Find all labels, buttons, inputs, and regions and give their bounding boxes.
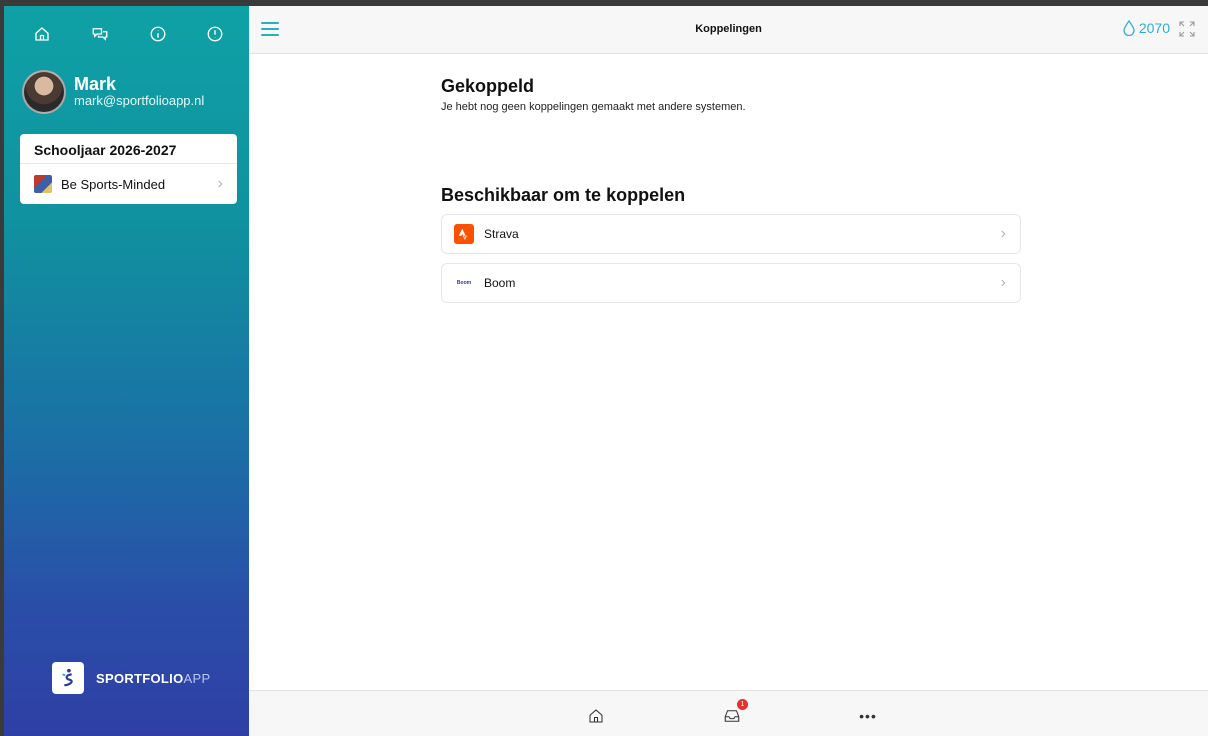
linked-title: Gekoppeld (441, 76, 535, 96)
notification-badge: 1 (737, 699, 748, 710)
logo-text-light: APP (183, 670, 211, 686)
chevron-right-icon: › (217, 175, 223, 192)
more-icon: ••• (859, 708, 877, 724)
connection-label: Boom (484, 276, 516, 290)
strava-icon (454, 224, 474, 244)
tab-home[interactable] (585, 705, 607, 727)
info-icon[interactable] (146, 22, 170, 46)
available-title: Beschikbaar om te koppelen (441, 185, 686, 205)
inbox-icon (724, 710, 740, 722)
tab-more[interactable]: ••• (857, 705, 879, 727)
connection-list: Strava › Boom Boom › (441, 214, 1021, 303)
sidebar: Mark mark@sportfolioapp.nl Schooljaar 20… (4, 6, 249, 736)
alert-icon[interactable] (203, 22, 227, 46)
logo-text: SPORTFOLIOAPP (96, 671, 210, 686)
connection-boom[interactable]: Boom Boom › (441, 263, 1021, 303)
linked-empty-text: Je hebt nog geen koppelingen gemaakt met… (441, 101, 746, 113)
course-thumbnail-icon (34, 175, 52, 193)
profile-text: Mark mark@sportfolioapp.nl (74, 75, 204, 109)
logo-text-bold: SPORTFOLIO (96, 670, 184, 686)
school-year-title: Schooljaar 2026-2027 (20, 134, 237, 164)
points-value: 2070 (1138, 20, 1170, 36)
drop-icon (1123, 20, 1135, 36)
main-content: Gekoppeld Je hebt nog geen koppelingen g… (441, 76, 1021, 312)
boom-icon: Boom (454, 273, 474, 293)
chevron-right-icon: › (1000, 274, 1006, 291)
app-logo: SPORTFOLIOAPP (52, 662, 210, 694)
sidebar-top-icons (4, 22, 249, 46)
tab-inbox[interactable]: 1 (721, 699, 748, 727)
page-title: Koppelingen (695, 23, 762, 35)
home-icon (589, 709, 603, 723)
connection-strava[interactable]: Strava › (441, 214, 1021, 254)
sidebar-item-be-sports-minded[interactable]: Be Sports-Minded › (20, 164, 237, 204)
chat-icon[interactable] (88, 22, 112, 46)
connection-label: Strava (484, 227, 519, 241)
expand-icon[interactable] (1178, 20, 1196, 38)
sidebar-item-label: Be Sports-Minded (61, 176, 166, 192)
school-year-card: Schooljaar 2026-2027 Be Sports-Minded › (20, 134, 237, 204)
avatar (22, 70, 66, 114)
sportfolio-logo-icon (52, 662, 84, 694)
boom-logo-text: Boom (456, 280, 472, 286)
top-header: Koppelingen 2070 (249, 6, 1208, 54)
home-icon[interactable] (30, 22, 54, 46)
profile-email: mark@sportfolioapp.nl (74, 93, 205, 108)
profile[interactable]: Mark mark@sportfolioapp.nl (22, 70, 204, 114)
chevron-right-icon: › (1000, 225, 1006, 242)
points-counter[interactable]: 2070 (1122, 20, 1170, 36)
profile-name: Mark (74, 74, 117, 94)
bottom-tab-bar: 1 ••• (249, 690, 1208, 736)
